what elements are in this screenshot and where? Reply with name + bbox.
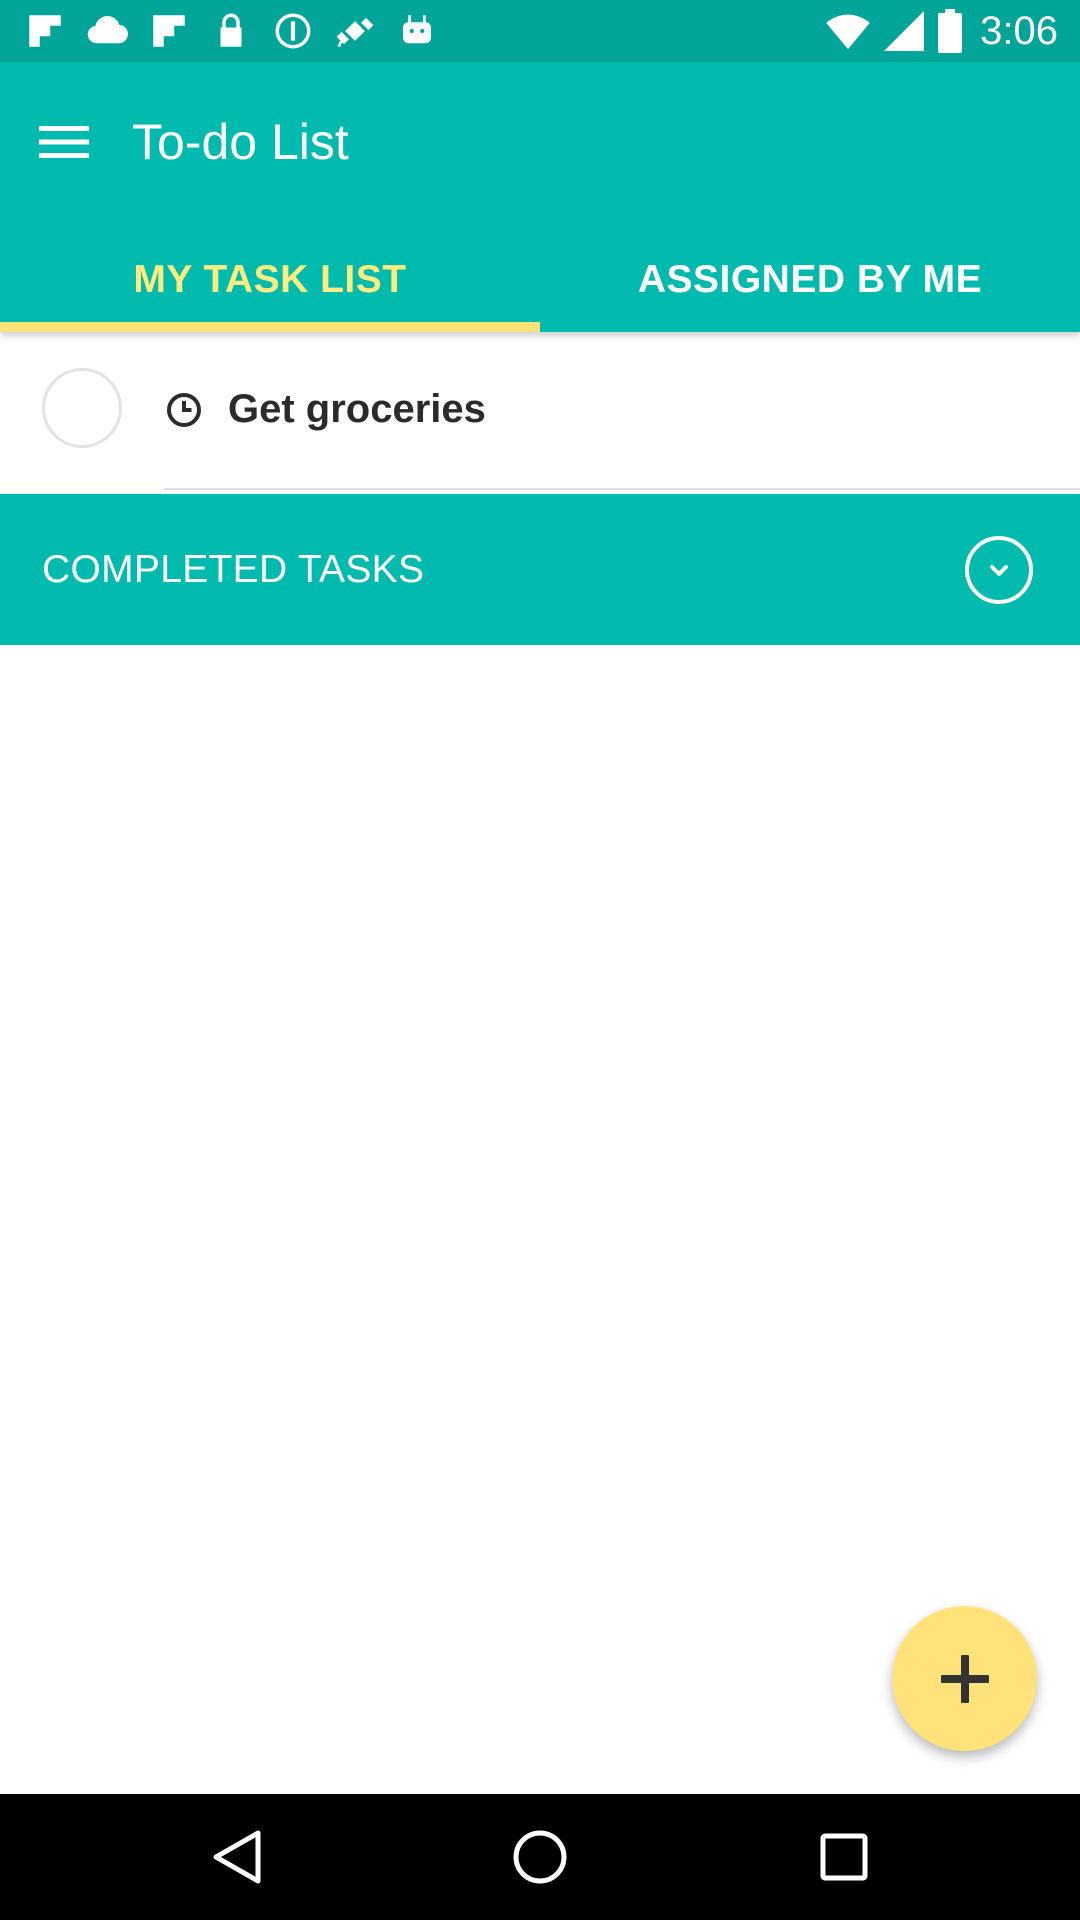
satellite-fake-gps-icon xyxy=(336,17,374,47)
flipboard-icon xyxy=(29,15,61,47)
status-system-icons: 3:06 xyxy=(826,6,1058,56)
wifi-icon xyxy=(826,14,870,50)
completed-tasks-label: COMPLETED TASKS xyxy=(42,548,425,591)
recents-icon xyxy=(820,1833,868,1881)
cloud-icon xyxy=(87,15,128,44)
task-complete-checkbox[interactable] xyxy=(42,368,122,448)
home-icon xyxy=(513,1830,567,1884)
android-icon xyxy=(403,15,431,44)
tab-assigned-by-me[interactable]: ASSIGNED BY ME xyxy=(540,228,1080,332)
add-task-button[interactable] xyxy=(892,1606,1037,1751)
completed-tasks-header[interactable]: COMPLETED TASKS xyxy=(0,494,1080,645)
system-navigation-bar xyxy=(0,1794,1080,1920)
back-icon xyxy=(213,1830,261,1884)
tab-label: MY TASK LIST xyxy=(133,258,407,301)
recents-button[interactable] xyxy=(811,1824,877,1890)
tab-label: ASSIGNED BY ME xyxy=(637,258,983,301)
lock-icon xyxy=(220,13,242,47)
back-button[interactable] xyxy=(203,1824,269,1890)
task-title: Get groceries xyxy=(228,387,486,431)
status-time: 3:06 xyxy=(980,8,1058,53)
app-bar: To-do List MY TASK LIST ASSIGNED BY ME xyxy=(0,62,1080,332)
active-tab-indicator xyxy=(0,322,540,332)
plus-icon xyxy=(940,1654,989,1703)
info-circle-icon xyxy=(275,13,311,49)
divider xyxy=(164,488,1080,490)
battery-icon xyxy=(938,9,963,53)
status-notification-icons xyxy=(24,10,438,52)
tab-my-task-list[interactable]: MY TASK LIST xyxy=(0,228,540,332)
chevron-down-circle-icon[interactable] xyxy=(962,534,1036,606)
signal-icon xyxy=(884,11,925,51)
app-title: To-do List xyxy=(132,114,349,170)
menu-button[interactable] xyxy=(20,98,108,186)
home-button[interactable] xyxy=(507,1824,573,1890)
tab-bar: MY TASK LIST ASSIGNED BY ME xyxy=(0,228,1080,332)
status-bar: 3:06 xyxy=(0,0,1080,62)
task-item[interactable]: Get groceries xyxy=(0,334,1080,490)
hamburger-menu-icon xyxy=(39,126,89,158)
clock-icon xyxy=(167,393,201,427)
flipboard-icon xyxy=(153,15,185,47)
